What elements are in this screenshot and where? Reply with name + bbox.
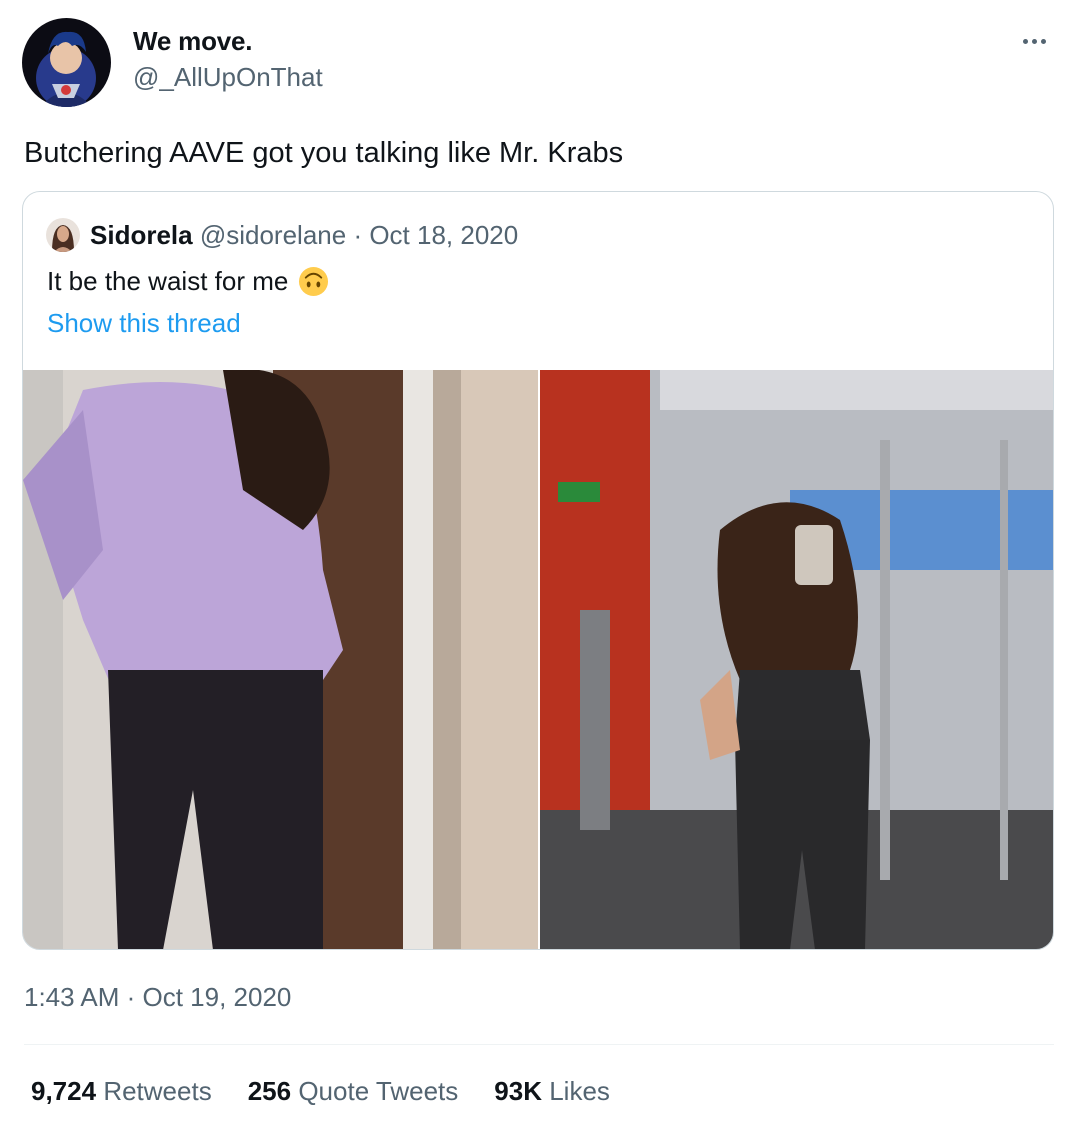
before-photo[interactable] (23, 370, 538, 949)
quoted-author-name: Sidorela (90, 220, 193, 250)
retweets-label: Retweets (103, 1076, 212, 1106)
divider (24, 1044, 1054, 1045)
retweets-count: 9,724 (31, 1076, 97, 1106)
likes-count: 93K (494, 1076, 542, 1106)
upside-down-face-icon (298, 266, 329, 297)
after-photo[interactable] (540, 370, 1053, 949)
quote-tweets-count: 256 (247, 1076, 292, 1106)
quoted-author-avatar (46, 218, 80, 252)
quoted-tweet-text: It be the waist for me (47, 264, 329, 298)
tweet-stats: 9,724 Retweets 256 Quote Tweets 93K Like… (31, 1076, 610, 1107)
tweet-text: Butchering AAVE got you talking like Mr.… (24, 137, 624, 169)
likes-stat[interactable]: 93K Likes (494, 1076, 610, 1107)
quoted-tweet[interactable]: Sidorela @sidorelane · Oct 18, 2020 It b… (22, 191, 1054, 950)
tweet-timestamp[interactable]: 1:43 AM · Oct 19, 2020 (24, 982, 291, 1013)
author-display-name[interactable]: We move. (133, 26, 253, 57)
quoted-tweet-date: · Oct 18, 2020 (353, 220, 519, 250)
likes-label: Likes (549, 1076, 610, 1106)
author-handle[interactable]: @_AllUpOnThat (133, 62, 323, 93)
more-options-icon[interactable] (1014, 26, 1054, 56)
quoted-tweet-media[interactable] (23, 370, 1053, 949)
quote-tweets-stat[interactable]: 256 Quote Tweets (248, 1076, 459, 1107)
show-thread-link[interactable]: Show this thread (47, 306, 241, 340)
quoted-tweet-text-content: It be the waist for me (47, 266, 289, 296)
quoted-tweet-header: Sidorela @sidorelane · Oct 18, 2020 (90, 218, 518, 252)
quoted-author-handle: @sidorelane (199, 220, 347, 250)
quote-tweets-label: Quote Tweets (298, 1076, 459, 1106)
retweets-stat[interactable]: 9,724 Retweets (31, 1076, 212, 1107)
author-avatar[interactable] (22, 18, 111, 107)
